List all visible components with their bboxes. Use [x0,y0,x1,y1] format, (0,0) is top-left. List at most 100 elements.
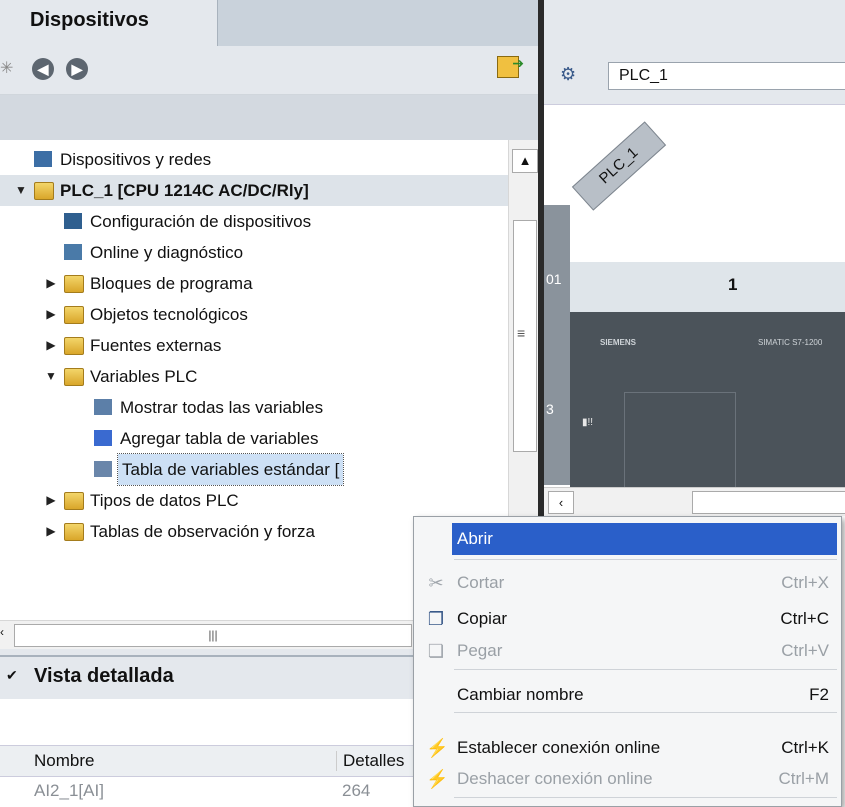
menu-item-cortar[interactable]: ✂ Cortar Ctrl+X [414,567,841,599]
plc-module[interactable]: SIEMENS SIMATIC S7-1200 ▮!! [570,312,845,489]
tree-item-label: Dispositivos y redes [60,150,212,169]
folder-icon [64,523,84,541]
collapse-icon[interactable]: ✔ [6,667,18,684]
expand-arrow-icon[interactable]: ▶ [44,299,58,330]
devices-toolbar: ✳ ◀ ▶ ➔ [0,46,538,95]
topology-toolbar: ⚙ PLC_1 [544,46,845,105]
menu-item-label: Cortar [457,573,505,592]
menu-item-establecer-conexi-n-online[interactable]: ⚡ Establecer conexión online Ctrl+K [414,732,841,764]
tab-devices[interactable]: Dispositivos [0,0,218,46]
tree-item[interactable]: Configuración de dispositivos [0,206,508,237]
topology-horizontal-scrollbar[interactable]: ‹ [544,487,845,516]
h-scroll-thumb[interactable]: ||| [14,624,412,647]
menu-shortcut: Ctrl+M [778,769,829,788]
tree-item-label: Fuentes externas [90,336,222,355]
plc-name-tag[interactable]: PLC_1 [571,121,667,211]
expand-arrow-icon[interactable]: ▶ [44,268,58,299]
menu-item-abrir[interactable]: Abrir [452,523,837,555]
collapse-arrow-icon[interactable]: ▼ [44,361,58,392]
new-item-icon[interactable]: ✳ [0,58,13,78]
menu-item-label: Cambiar nombre [457,685,584,704]
device-select[interactable]: PLC_1 [608,62,845,90]
plc-panel [624,392,736,489]
menu-item-cambiar-nombre[interactable]: Cambiar nombre F2 [414,679,841,711]
forward-button[interactable]: ▶ [66,58,88,80]
folder-icon [64,368,84,386]
menu-item-deshacer-conexi-n-online[interactable]: ⚡ Deshacer conexión online Ctrl+M [414,763,841,795]
menu-shortcut: F2 [809,685,829,704]
scroll-left-button[interactable]: ‹ [0,625,4,639]
tree-item[interactable]: Tabla de variables estándar [ [0,453,508,486]
rail-label: 3 [546,401,554,417]
menu-separator [454,797,837,798]
menu-shortcut: Ctrl+V [781,641,829,660]
context-menu: Abrir ✂ Cortar Ctrl+X ❐ Copiar Ctrl+C ❏ Pegar Ctr… [413,516,842,807]
h-scroll-thumb[interactable] [692,491,845,514]
menu-item-label: Establecer conexión online [457,738,661,757]
folder-icon [64,306,84,324]
menu-separator [454,712,837,713]
menu-item-pegar[interactable]: ❏ Pegar Ctrl+V [414,635,841,667]
tree-item[interactable]: ▶ Fuentes externas [0,330,508,361]
rack-rail: 01 3 [544,205,570,485]
connect-online-icon: ⚡ [426,738,449,758]
scroll-up-button[interactable]: ▲ [512,149,538,173]
menu-item-label: Abrir [457,529,493,548]
folder-icon [64,492,84,510]
network-icon [34,151,52,167]
menu-item-label: Pegar [457,641,503,660]
tags-icon [94,399,112,415]
tree-item-label: Tabla de variables estándar [ [116,453,345,486]
tree-item[interactable]: Agregar tabla de variables [0,423,508,454]
tag-table-icon [94,461,112,477]
expand-arrow-icon[interactable]: ▶ [44,330,58,361]
tree-item[interactable]: ▼ Variables PLC [0,361,508,392]
expand-arrow-icon[interactable]: ▶ [44,485,58,516]
detail-view-title: Vista detallada [34,665,174,687]
tree-item-label: Tipos de datos PLC [90,491,239,510]
tree-item[interactable]: ▼ PLC_1 [CPU 1214C AC/DC/Rly] [0,175,508,206]
menu-shortcut: Ctrl+K [781,738,829,757]
tree-item[interactable]: ▶ Objetos tecnológicos [0,299,508,330]
menu-item-label: Copiar [457,609,508,628]
tree-item-label: Bloques de programa [90,274,253,293]
folder-icon [64,337,84,355]
row-name: AI2_1[AI] [34,781,104,800]
menu-shortcut: Ctrl+C [780,609,829,628]
menu-separator [454,669,837,670]
tree-item[interactable]: ▶ Bloques de programa [0,268,508,299]
tree-item[interactable]: Mostrar todas las variables [0,392,508,423]
back-button[interactable]: ◀ [32,58,54,80]
tree-item-label: PLC_1 [CPU 1214C AC/DC/Rly] [60,181,309,200]
menu-shortcut: Ctrl+X [781,573,829,592]
menu-item-label: Deshacer conexión online [457,769,653,788]
rail-label: 01 [546,271,562,287]
tree-item-label: Agregar tabla de variables [120,429,319,448]
scroll-grip-icon: ≡ [517,325,526,341]
col-details-header[interactable]: Detalles [336,751,404,771]
tree-item[interactable]: ▶ Tipos de datos PLC [0,485,508,516]
network-view-icon[interactable]: ⚙ [560,64,576,85]
tree-item[interactable]: Online y diagnóstico [0,237,508,268]
tree-item-label: Online y diagnóstico [90,243,244,262]
tree-item-label: Objetos tecnológicos [90,305,248,324]
expand-arrow-icon[interactable]: ▶ [44,516,58,547]
collapse-arrow-icon[interactable]: ▼ [14,175,28,206]
tree-item[interactable]: Dispositivos y redes [0,144,508,175]
model-label: SIMATIC S7-1200 [758,338,823,347]
tree-item-label: Configuración de dispositivos [90,212,312,231]
tree-item-label: Mostrar todas las variables [120,398,324,417]
tree-header-strip [0,95,538,140]
menu-item-copiar[interactable]: ❐ Copiar Ctrl+C [414,603,841,635]
project-view-icon[interactable]: ➔ [497,55,524,78]
paste-icon: ❏ [427,641,445,661]
copy-icon: ❐ [427,609,445,629]
tab-strip: Dispositivos [0,0,538,46]
col-name-header[interactable]: Nombre [34,751,94,771]
disconnect-online-icon: ⚡ [426,769,449,789]
tree-item-label: Variables PLC [90,367,198,386]
brand-label: SIEMENS [600,338,637,347]
topology-header [544,0,845,46]
folder-icon [64,275,84,293]
scroll-left-button[interactable]: ‹ [548,491,574,514]
